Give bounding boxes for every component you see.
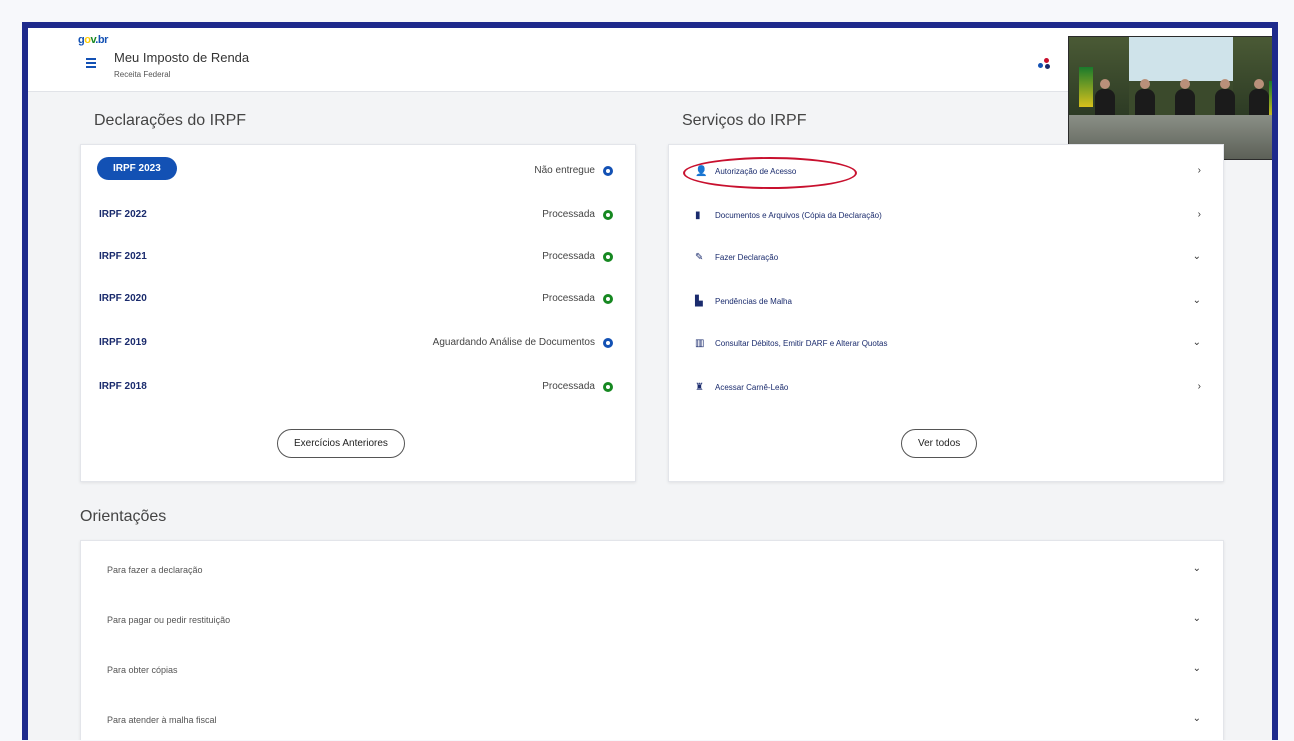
servico-label: Pendências de Malha: [715, 297, 792, 306]
orientacao-label: Para fazer a declaração: [107, 565, 203, 575]
declaracao-year[interactable]: IRPF 2022: [99, 209, 147, 220]
orientacao-label: Para pagar ou pedir restituição: [107, 615, 231, 625]
barcode-icon: ▥: [695, 338, 705, 349]
chevron-down-icon: ⌄: [1192, 663, 1201, 674]
declaracao-status: Processada: [542, 381, 595, 392]
declaracoes-title: Declarações do IRPF: [94, 112, 247, 129]
declaracao-status: Processada: [542, 293, 595, 304]
orientacoes-card: Para fazer a declaração ⌄ Para pagar ou …: [80, 540, 1224, 740]
app-frame: gov.br Meu Imposto de Renda Receita Fede…: [22, 22, 1278, 740]
video-flag-left: [1079, 67, 1093, 107]
orientacao-item[interactable]: Para obter cópias ⌄: [81, 645, 1223, 695]
logo-letter-r: r: [104, 34, 108, 46]
declaracao-year[interactable]: IRPF 2018: [99, 381, 147, 392]
declaracao-year[interactable]: IRPF 2020: [99, 293, 147, 304]
servicos-title: Serviços do IRPF: [682, 112, 807, 129]
chevron-right-icon: ›: [1197, 381, 1201, 392]
video-flag-right: [1269, 81, 1272, 119]
declaracao-status: Aguardando Análise de Documentos: [432, 337, 595, 348]
hamburger-menu-icon[interactable]: [86, 58, 96, 68]
video-overlay: [1068, 36, 1272, 160]
orientacao-item[interactable]: Para pagar ou pedir restituição ⌄: [81, 595, 1223, 645]
user-key-icon: 👤: [695, 166, 708, 177]
chevron-right-icon: ›: [1197, 209, 1201, 220]
chevron-down-icon: ⌄: [1192, 295, 1201, 306]
servico-item-pendencias[interactable]: ▙ Pendências de Malha ⌄: [669, 283, 1223, 325]
orientacoes-title: Orientações: [80, 508, 167, 525]
info-icon: [603, 338, 613, 348]
edit-icon: ✎: [695, 252, 704, 263]
servico-item-consultar-debitos[interactable]: ▥ Consultar Débitos, Emitir DARF e Alter…: [669, 325, 1223, 367]
declaracao-year[interactable]: IRPF 2021: [99, 251, 147, 262]
chevron-down-icon: ⌄: [1192, 713, 1201, 724]
chevron-down-icon: ⌄: [1192, 613, 1201, 624]
info-icon: [603, 166, 613, 176]
servicos-card: 👤 Autorização de Acesso › ▮ Documentos e…: [668, 144, 1224, 482]
declaracao-row[interactable]: IRPF 2020 Processada: [81, 281, 635, 321]
lion-icon: ♜: [695, 382, 704, 393]
declaracao-status: Processada: [542, 209, 595, 220]
declaracao-row[interactable]: IRPF 2022 Processada: [81, 197, 635, 237]
declaracao-status: Não entregue: [534, 165, 595, 176]
servico-item-autorizacao[interactable]: 👤 Autorização de Acesso ›: [669, 153, 1223, 195]
orientacao-item[interactable]: Para fazer a declaração ⌄: [81, 545, 1223, 595]
servico-label: Consultar Débitos, Emitir DARF e Alterar…: [715, 339, 888, 348]
declaracao-row[interactable]: IRPF 2021 Processada: [81, 239, 635, 279]
chevron-right-icon: ›: [1197, 165, 1201, 176]
declaracao-row[interactable]: IRPF 2018 Processada: [81, 369, 635, 409]
chevron-down-icon: ⌄: [1192, 337, 1201, 348]
check-icon: [603, 252, 613, 262]
gov-br-logo[interactable]: gov.br: [78, 34, 108, 46]
chevron-down-icon: ⌄: [1192, 251, 1201, 262]
app-title: Meu Imposto de Renda: [114, 50, 250, 65]
servico-item-fazer-declaracao[interactable]: ✎ Fazer Declaração ⌄: [669, 239, 1223, 281]
declaracao-row[interactable]: IRPF 2023 Não entregue: [81, 153, 635, 193]
servico-label: Acessar Carnê-Leão: [715, 383, 789, 392]
servico-item-carne-leao[interactable]: ♜ Acessar Carnê-Leão ›: [669, 369, 1223, 411]
video-screen: [1129, 37, 1233, 81]
check-icon: [603, 210, 613, 220]
declaracao-status: Processada: [542, 251, 595, 262]
declaracao-row[interactable]: IRPF 2019 Aguardando Análise de Document…: [81, 325, 635, 365]
declaracao-year-pill[interactable]: IRPF 2023: [97, 157, 177, 180]
orientacao-item[interactable]: Para atender à malha fiscal ⌄: [81, 695, 1223, 740]
declaracoes-card: IRPF 2023 Não entregue IRPF 2022 Process…: [80, 144, 636, 482]
servico-label: Documentos e Arquivos (Cópia da Declaraç…: [715, 211, 882, 220]
profile-icon[interactable]: [1038, 58, 1050, 70]
declaracao-year[interactable]: IRPF 2019: [99, 337, 147, 348]
orientacao-label: Para obter cópias: [107, 665, 178, 675]
app-subtitle: Receita Federal: [114, 70, 171, 79]
check-icon: [603, 382, 613, 392]
chart-icon: ▙: [695, 296, 703, 307]
servico-label: Autorização de Acesso: [715, 167, 797, 176]
document-icon: ▮: [695, 210, 701, 221]
ver-todos-button[interactable]: Ver todos: [901, 429, 978, 458]
servico-item-documentos[interactable]: ▮ Documentos e Arquivos (Cópia da Declar…: [669, 197, 1223, 239]
servico-label: Fazer Declaração: [715, 253, 779, 262]
orientacao-label: Para atender à malha fiscal: [107, 715, 217, 725]
exercicios-anteriores-button[interactable]: Exercícios Anteriores: [277, 429, 405, 458]
check-icon: [603, 294, 613, 304]
chevron-down-icon: ⌄: [1192, 563, 1201, 574]
